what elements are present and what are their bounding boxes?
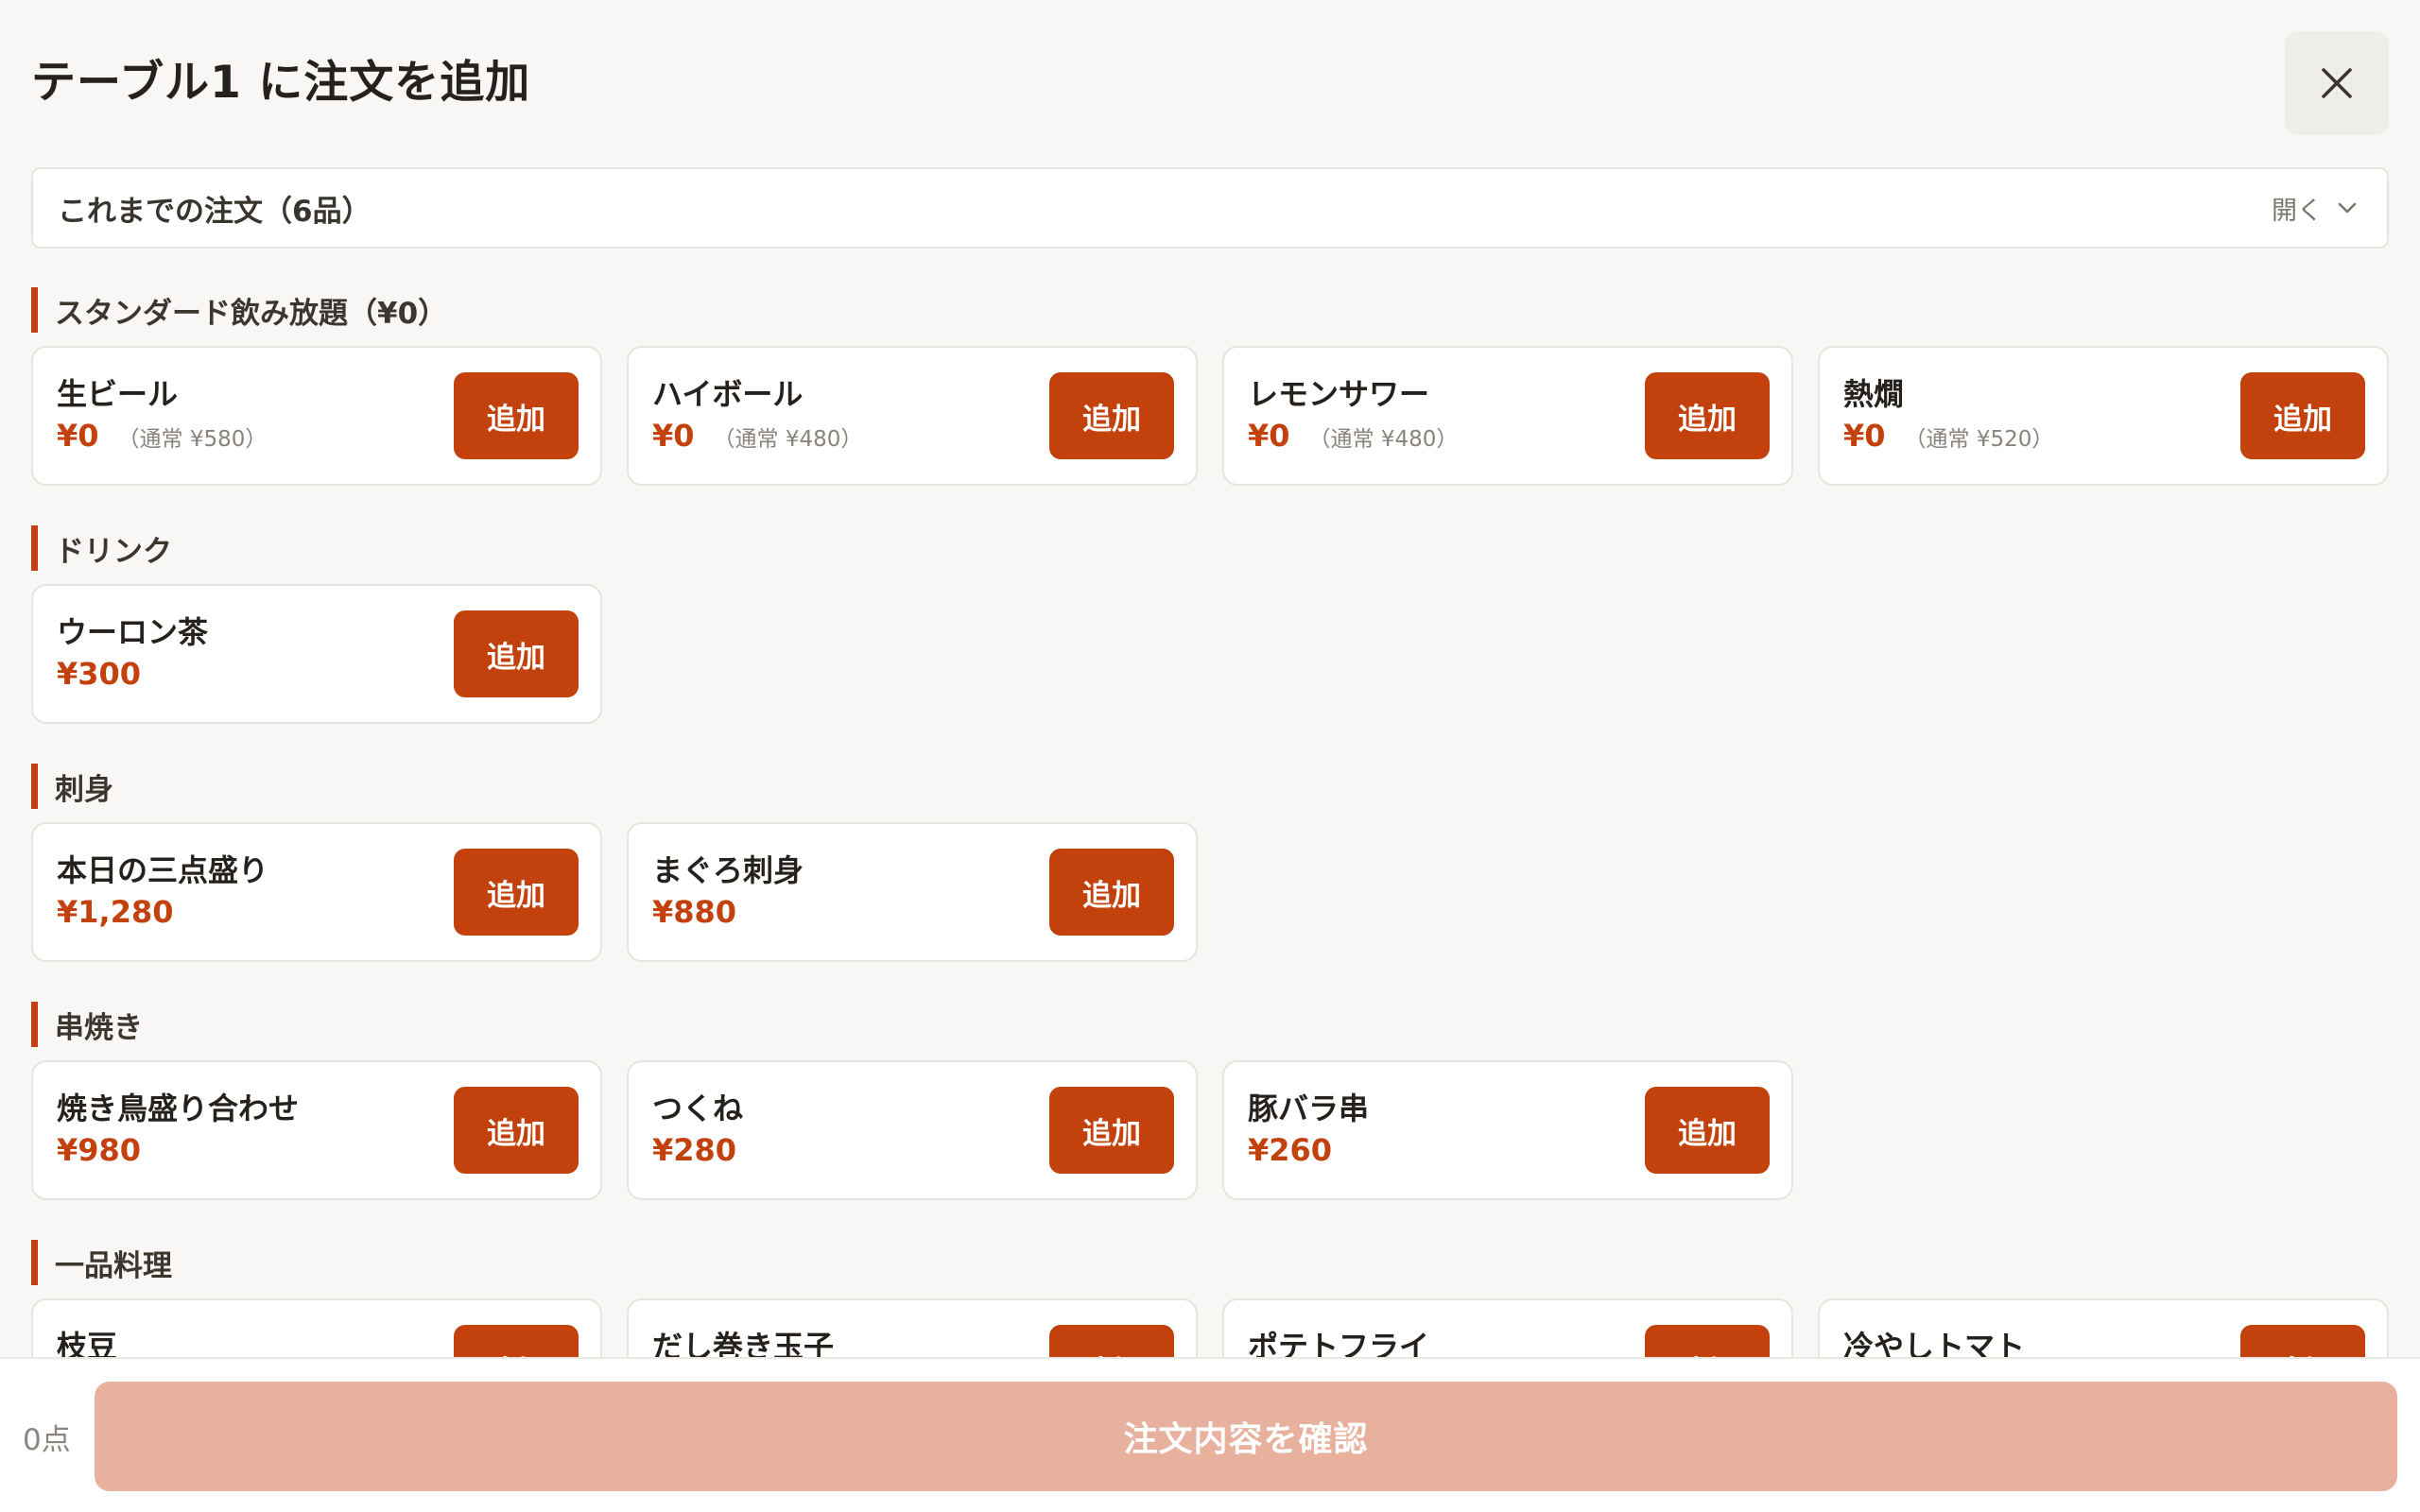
menu-section: 一品料理 枝豆 追加 だし巻き玉子 追加 ポテトフライ 追加 冷やしトマト 追加 xyxy=(31,1240,2389,1357)
add-button[interactable]: 追加 xyxy=(454,1087,579,1174)
menu-section: スタンダード飲み放題（¥0） 生ビール ¥0 （通常 ¥580） 追加 ハイボー… xyxy=(31,287,2389,486)
order-footer: 0点 注文内容を確認 xyxy=(0,1357,2420,1512)
menu-item-card: 生ビール ¥0 （通常 ¥580） 追加 xyxy=(31,346,602,486)
section-title: 刺身 xyxy=(31,764,2389,809)
add-button[interactable]: 追加 xyxy=(1049,1087,1174,1174)
menu-item-card: 枝豆 追加 xyxy=(31,1298,602,1357)
menu-list[interactable]: スタンダード飲み放題（¥0） 生ビール ¥0 （通常 ¥580） 追加 ハイボー… xyxy=(0,274,2420,1357)
item-regular-price: （通常 ¥580） xyxy=(117,427,268,452)
modal-header: テーブル1 に注文を追加 xyxy=(0,0,2420,166)
section-title: スタンダード飲み放題（¥0） xyxy=(31,287,2389,333)
item-regular-price: （通常 ¥480） xyxy=(1308,427,1459,452)
menu-item-card: ウーロン茶 ¥300 追加 xyxy=(31,584,602,724)
add-button[interactable]: 追加 xyxy=(1049,849,1174,936)
item-name: 冷やしトマト xyxy=(1843,1329,2026,1357)
item-price: ¥1,280 xyxy=(57,894,174,930)
add-button[interactable]: 追加 xyxy=(1049,1325,1174,1357)
close-icon xyxy=(2322,68,2352,98)
item-name: ハイボール xyxy=(652,376,804,412)
page-title: テーブル1 に注文を追加 xyxy=(31,57,531,109)
item-name: だし巻き玉子 xyxy=(652,1329,835,1357)
item-price: ¥300 xyxy=(57,656,142,692)
menu-section: 刺身 本日の三点盛り ¥1,280 追加 まぐろ刺身 ¥880 追加 xyxy=(31,764,2389,962)
menu-item-card: ハイボール ¥0 （通常 ¥480） 追加 xyxy=(627,346,1198,486)
add-button[interactable]: 追加 xyxy=(454,610,579,697)
item-name: レモンサワー xyxy=(1248,376,1430,412)
item-regular-price: （通常 ¥480） xyxy=(713,427,863,452)
add-button[interactable]: 追加 xyxy=(2240,372,2365,459)
item-name: まぐろ刺身 xyxy=(652,852,804,888)
item-price: ¥880 xyxy=(652,894,737,930)
item-name: 豚バラ串 xyxy=(1248,1091,1370,1126)
section-title: 串焼き xyxy=(31,1002,2389,1047)
item-name: 熱燗 xyxy=(1843,376,1905,412)
menu-item-card: だし巻き玉子 追加 xyxy=(627,1298,1198,1357)
section-title: 一品料理 xyxy=(31,1240,2389,1285)
item-name: ウーロン茶 xyxy=(57,614,209,650)
menu-item-card: 豚バラ串 ¥260 追加 xyxy=(1222,1060,1793,1200)
item-price: ¥0 xyxy=(57,418,99,454)
item-name: 本日の三点盛り xyxy=(57,852,269,888)
menu-item-card: まぐろ刺身 ¥880 追加 xyxy=(627,822,1198,962)
add-button[interactable]: 追加 xyxy=(1645,372,1770,459)
add-button[interactable]: 追加 xyxy=(1049,372,1174,459)
menu-item-card: ポテトフライ 追加 xyxy=(1222,1298,1793,1357)
past-orders-accordion[interactable]: これまでの注文（6品） 開く xyxy=(31,167,2389,249)
past-orders-toggle[interactable]: 開く xyxy=(2272,190,2359,227)
chevron-down-icon xyxy=(2338,202,2357,214)
past-orders-toggle-label: 開く xyxy=(2272,196,2323,226)
menu-section: 串焼き 焼き鳥盛り合わせ ¥980 追加 つくね ¥280 追加 豚バラ串 ¥2… xyxy=(31,1002,2389,1200)
confirm-order-button[interactable]: 注文内容を確認 xyxy=(95,1382,2397,1491)
item-name: ポテトフライ xyxy=(1248,1329,1430,1357)
item-price: ¥980 xyxy=(57,1132,142,1168)
item-price: ¥0 xyxy=(1843,418,1886,454)
add-button[interactable]: 追加 xyxy=(1645,1325,1770,1357)
item-count: 0点 xyxy=(23,1423,71,1457)
menu-item-card: 本日の三点盛り ¥1,280 追加 xyxy=(31,822,602,962)
section-title: ドリンク xyxy=(31,525,2389,571)
menu-item-card: 焼き鳥盛り合わせ ¥980 追加 xyxy=(31,1060,602,1200)
add-button[interactable]: 追加 xyxy=(1645,1087,1770,1174)
menu-item-card: 熱燗 ¥0 （通常 ¥520） 追加 xyxy=(1818,346,2389,486)
past-orders-label: これまでの注文（6品） xyxy=(58,194,372,229)
menu-section: ドリンク ウーロン茶 ¥300 追加 xyxy=(31,525,2389,724)
add-button[interactable]: 追加 xyxy=(2240,1325,2365,1357)
item-price: ¥260 xyxy=(1248,1132,1333,1168)
close-button[interactable] xyxy=(2285,31,2389,135)
item-name: 生ビール xyxy=(57,376,179,412)
add-button[interactable]: 追加 xyxy=(454,849,579,936)
item-price: ¥280 xyxy=(652,1132,737,1168)
item-name: つくね xyxy=(652,1091,744,1126)
item-price: ¥0 xyxy=(1248,418,1290,454)
menu-item-card: つくね ¥280 追加 xyxy=(627,1060,1198,1200)
item-regular-price: （通常 ¥520） xyxy=(1904,427,2054,452)
menu-item-card: レモンサワー ¥0 （通常 ¥480） 追加 xyxy=(1222,346,1793,486)
menu-item-card: 冷やしトマト 追加 xyxy=(1818,1298,2389,1357)
add-button[interactable]: 追加 xyxy=(454,1325,579,1357)
item-name: 焼き鳥盛り合わせ xyxy=(57,1091,300,1126)
add-button[interactable]: 追加 xyxy=(454,372,579,459)
item-name: 枝豆 xyxy=(57,1329,118,1357)
item-price: ¥0 xyxy=(652,418,695,454)
